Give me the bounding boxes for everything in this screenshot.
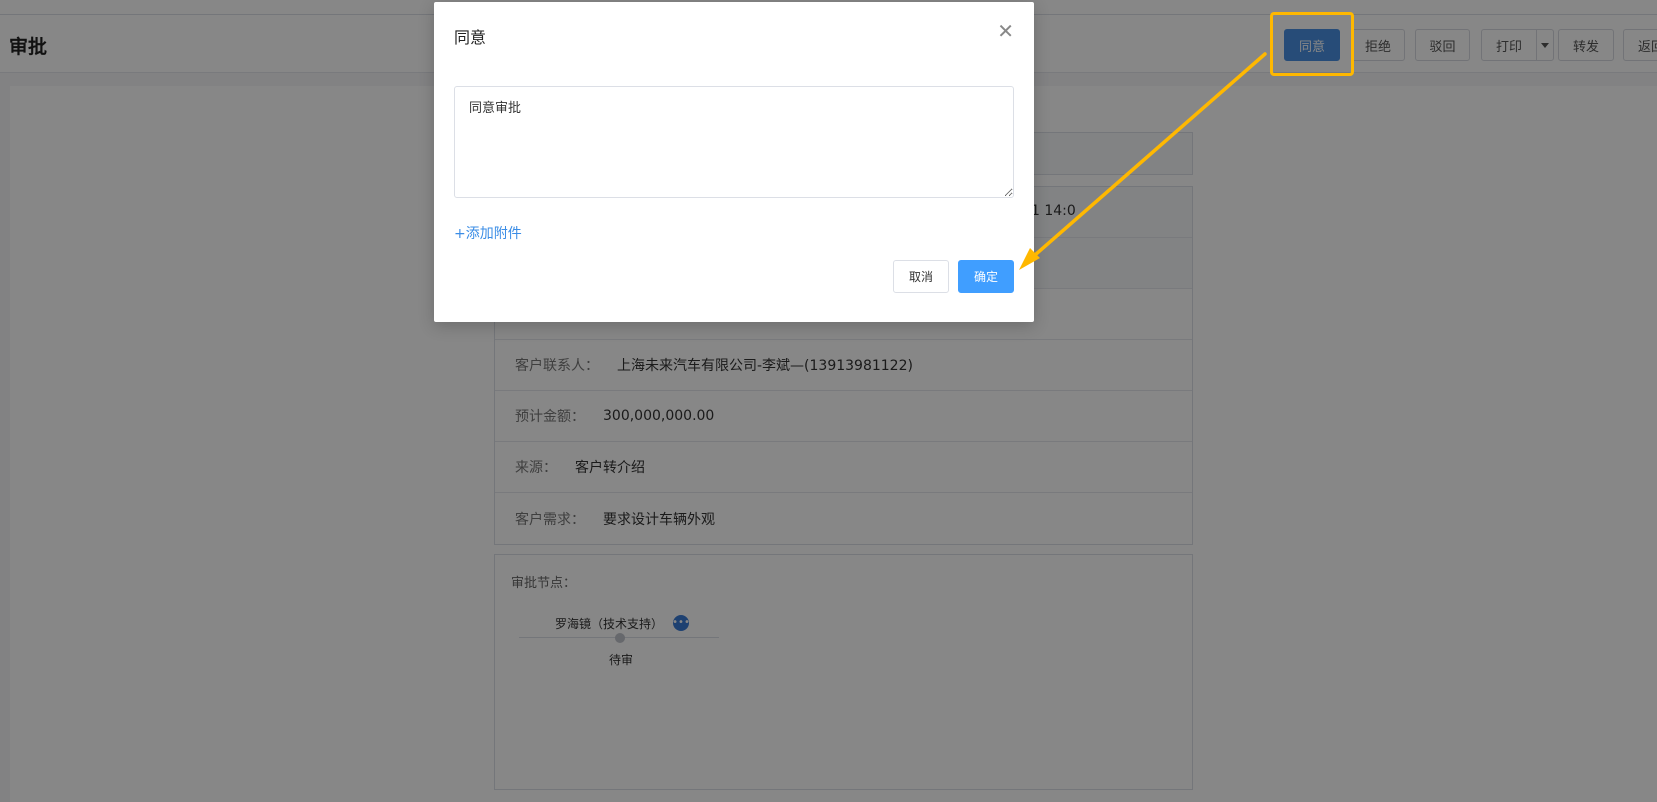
dialog-title: 同意 <box>454 28 487 47</box>
highlight-frame <box>1270 12 1354 76</box>
close-icon[interactable]: ✕ <box>997 21 1014 41</box>
comment-textarea[interactable]: 同意审批 <box>454 86 1014 198</box>
approve-dialog: 同意 ✕ 同意审批 +添加附件 取消 确定 <box>434 2 1034 322</box>
confirm-button[interactable]: 确定 <box>958 260 1014 293</box>
cancel-button[interactable]: 取消 <box>893 260 949 293</box>
add-attachment-link[interactable]: +添加附件 <box>454 223 522 243</box>
